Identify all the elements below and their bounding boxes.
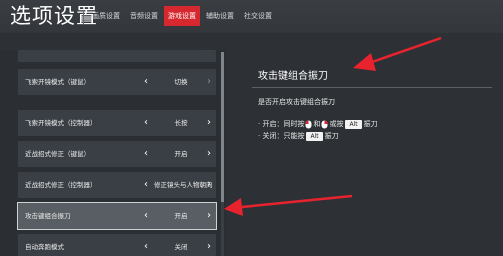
annotation-overlay [224,36,442,216]
annotation-arrow-detail [353,36,442,71]
annotation-arrow-row [224,194,353,216]
